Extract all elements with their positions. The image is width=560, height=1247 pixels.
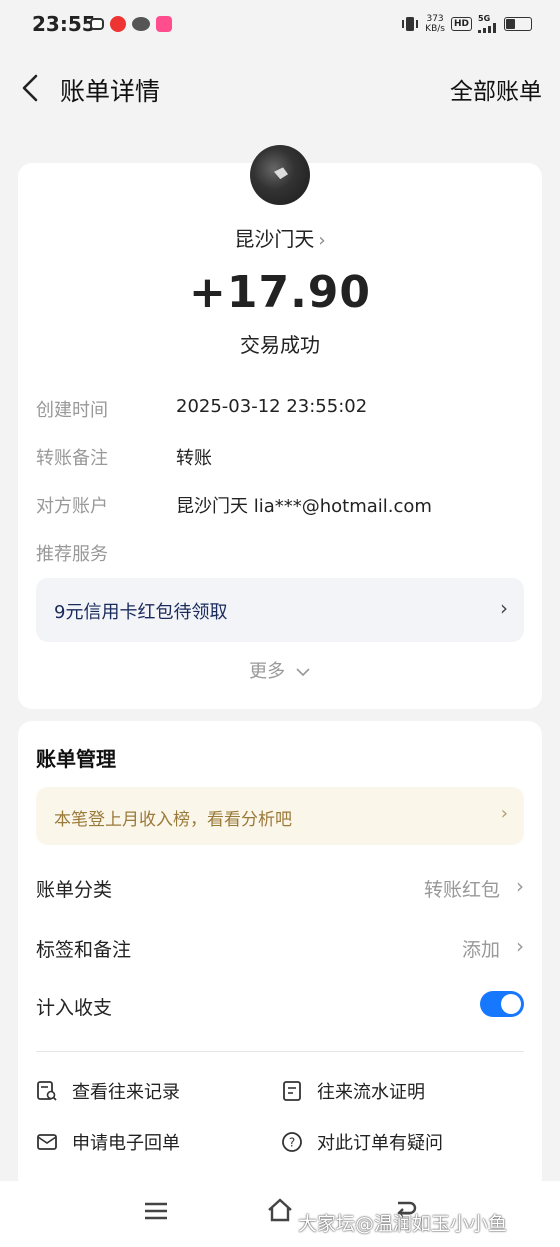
insight-text: 本笔登上月收入榜，看看分析吧 bbox=[54, 810, 292, 830]
income-insight-banner[interactable]: 本笔登上月收入榜，看看分析吧 › bbox=[36, 787, 524, 845]
music-app-icon bbox=[110, 16, 126, 32]
page-title: 账单详情 bbox=[60, 77, 161, 106]
document-search-icon bbox=[37, 1081, 57, 1101]
chevron-right-icon: › bbox=[500, 803, 508, 824]
chevron-right-icon: › bbox=[516, 934, 524, 958]
tags-label: 标签和备注 bbox=[36, 939, 132, 961]
net-speed: 373 KB/s bbox=[425, 14, 445, 34]
created-time-value: 2025-03-12 23:55:02 bbox=[176, 396, 368, 417]
home-icon[interactable] bbox=[266, 1197, 294, 1223]
svg-text:?: ? bbox=[289, 1136, 295, 1150]
payee-name: 昆沙门天 bbox=[234, 227, 315, 251]
bill-management-card: 账单管理 本笔登上月收入榜，看看分析吧 › 账单分类 转账红包 › 标签和备注 … bbox=[18, 721, 542, 1191]
certificate-icon bbox=[283, 1081, 301, 1101]
toggle-knob bbox=[501, 994, 521, 1014]
wechat-icon bbox=[132, 17, 150, 31]
net-speed-unit: KB/s bbox=[425, 24, 445, 34]
history-button[interactable]: 查看往来记录 bbox=[36, 1074, 180, 1108]
include-toggle[interactable] bbox=[480, 991, 524, 1017]
category-row[interactable]: 账单分类 转账红包 › bbox=[36, 869, 524, 909]
remark-value: 转账 bbox=[176, 448, 212, 469]
all-bills-link[interactable]: 全部账单 bbox=[450, 72, 542, 106]
question-button[interactable]: ? 对此订单有疑问 bbox=[281, 1125, 443, 1159]
recommend-label: 推荐服务 bbox=[36, 544, 108, 565]
hd-badge: HD bbox=[450, 17, 472, 31]
management-title: 账单管理 bbox=[36, 747, 116, 771]
transaction-amount: +17.90 bbox=[188, 267, 372, 318]
status-bar: 23:55 373 KB/s HD 5G bbox=[0, 0, 560, 50]
more-label: 更多 bbox=[249, 661, 286, 682]
status-time: 23:55 bbox=[32, 12, 96, 36]
category-value: 转账红包 bbox=[423, 879, 500, 901]
promo-text: 9元信用卡红包待领取 bbox=[54, 602, 228, 623]
receipt-label: 申请电子回单 bbox=[72, 1133, 180, 1154]
net-speed-value: 373 bbox=[426, 14, 444, 24]
account-label: 对方账户 bbox=[36, 496, 108, 517]
chevron-right-icon: › bbox=[500, 596, 508, 620]
proof-label: 往来流水证明 bbox=[317, 1082, 425, 1103]
credit-card-promo[interactable]: 9元信用卡红包待领取 › bbox=[36, 578, 524, 642]
gem-icon bbox=[272, 165, 289, 181]
chevron-right-icon: › bbox=[318, 230, 326, 251]
include-label: 计入收支 bbox=[36, 997, 113, 1019]
remark-label: 转账备注 bbox=[36, 448, 108, 469]
signal-icon bbox=[478, 23, 496, 33]
include-in-stats-row: 计入收支 bbox=[36, 987, 524, 1027]
watermark: 大家坛@温润如玉小小鱼 bbox=[298, 1213, 508, 1235]
status-right: 373 KB/s HD 5G bbox=[401, 14, 532, 34]
mail-icon bbox=[37, 1134, 57, 1150]
chevron-down-icon bbox=[296, 668, 310, 677]
more-button[interactable]: 更多 bbox=[18, 657, 542, 683]
created-time-label: 创建时间 bbox=[36, 400, 108, 421]
signal-indicator: 5G bbox=[478, 15, 498, 33]
category-label: 账单分类 bbox=[36, 879, 113, 901]
shopping-app-icon bbox=[156, 16, 172, 32]
vibrate-icon bbox=[402, 17, 419, 31]
battery-icon bbox=[504, 17, 532, 31]
back-button[interactable] bbox=[18, 72, 48, 104]
tags-value: 添加 bbox=[461, 939, 500, 961]
network-type: 5G bbox=[478, 14, 491, 23]
nav-bar: 账单详情 全部账单 bbox=[0, 60, 560, 116]
divider bbox=[36, 1051, 524, 1052]
receipt-button[interactable]: 申请电子回单 bbox=[36, 1125, 180, 1159]
menu-icon[interactable] bbox=[144, 1199, 168, 1223]
history-label: 查看往来记录 bbox=[72, 1082, 180, 1103]
question-circle-icon: ? bbox=[282, 1132, 302, 1152]
payee-avatar[interactable] bbox=[250, 145, 310, 205]
chevron-right-icon: › bbox=[516, 874, 524, 898]
chevron-left-icon bbox=[22, 74, 38, 102]
tv-app-icon bbox=[90, 18, 104, 30]
transaction-status: 交易成功 bbox=[240, 333, 320, 357]
proof-button[interactable]: 往来流水证明 bbox=[281, 1074, 425, 1108]
tags-row[interactable]: 标签和备注 添加 › bbox=[36, 929, 524, 969]
status-app-icons bbox=[90, 16, 172, 32]
account-value: 昆沙门天 lia***@hotmail.com bbox=[176, 496, 432, 517]
battery-fill bbox=[506, 19, 516, 29]
payee-link[interactable]: 昆沙门天 › bbox=[18, 223, 542, 252]
transaction-card: 昆沙门天 › +17.90 交易成功 创建时间 2025-03-12 23:55:… bbox=[18, 145, 542, 709]
question-label: 对此订单有疑问 bbox=[317, 1133, 443, 1154]
